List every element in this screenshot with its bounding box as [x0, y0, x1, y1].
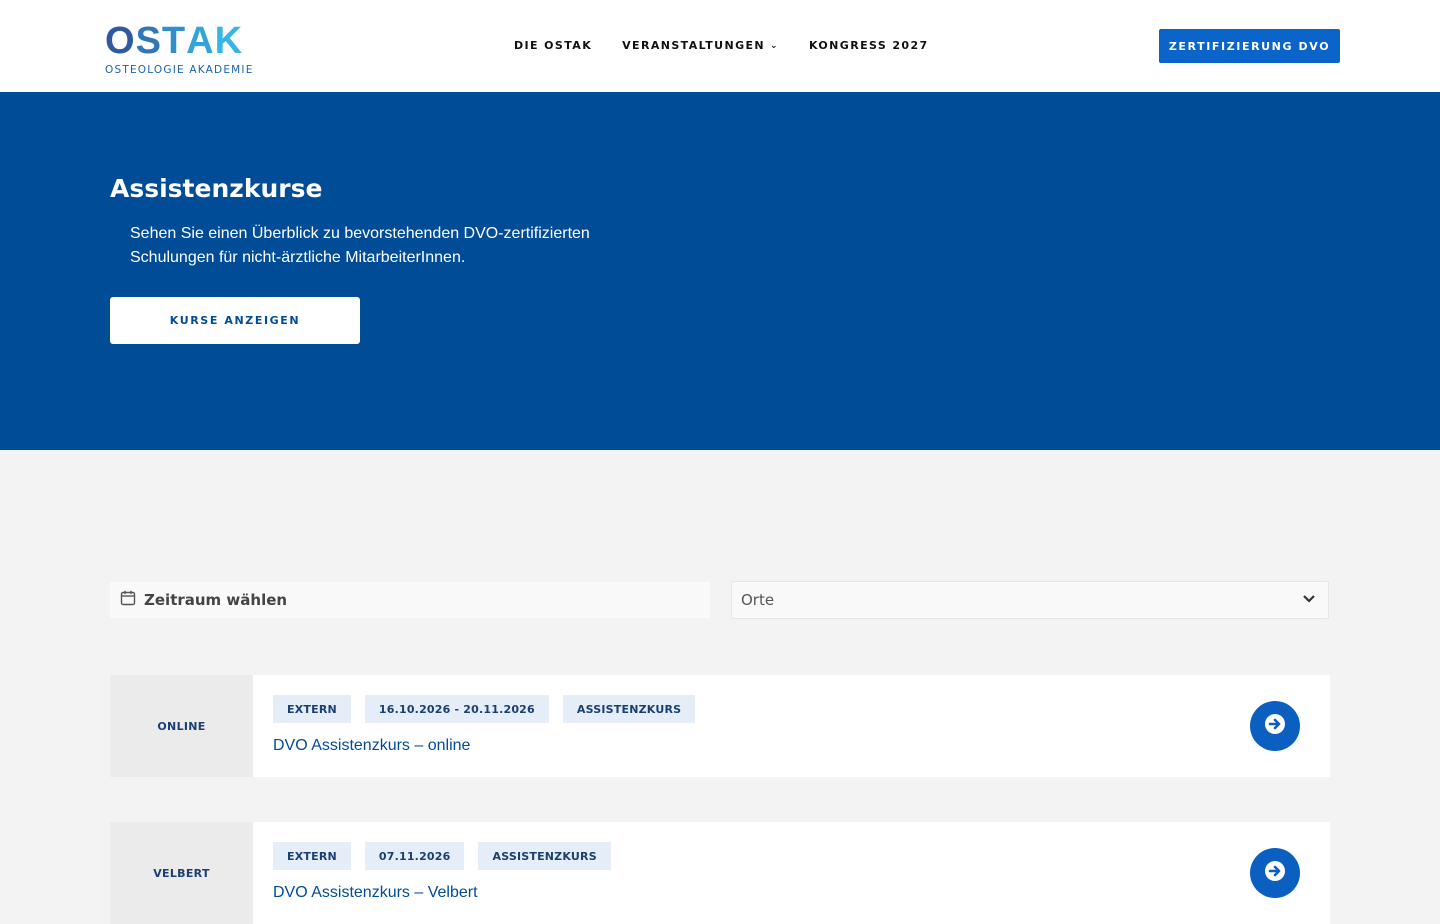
course-tags: EXTERN 07.11.2026 ASSISTENZKURS — [273, 842, 1330, 870]
calendar-icon — [120, 590, 136, 611]
course-tag-category: ASSISTENZKURS — [478, 842, 611, 870]
course-tag-date: 16.10.2026 - 20.11.2026 — [364, 695, 549, 723]
ostak-logo[interactable]: OSTAK OSTEOLOGIE AKADEMIE — [105, 20, 265, 78]
course-details: EXTERN 07.11.2026 ASSISTENZKURS DVO Assi… — [253, 822, 1330, 924]
course-card: ONLINE EXTERN 16.10.2026 - 20.11.2026 AS… — [110, 675, 1330, 777]
course-location: ONLINE — [110, 675, 253, 777]
site-header: OSTAK OSTEOLOGIE AKADEMIE DIE OSTAK VERA… — [0, 0, 1440, 92]
course-card: VELBERT EXTERN 07.11.2026 ASSISTENZKURS … — [110, 822, 1330, 924]
course-tag-type: EXTERN — [273, 842, 351, 870]
course-location: VELBERT — [110, 822, 253, 924]
course-tags: EXTERN 16.10.2026 - 20.11.2026 ASSISTENZ… — [273, 695, 1330, 723]
date-range-filter[interactable]: Zeitraum wählen — [110, 582, 710, 618]
course-open-button[interactable] — [1250, 848, 1300, 898]
arrow-right-circle-icon — [1263, 859, 1287, 888]
course-title-link[interactable]: DVO Assistenzkurs – Velbert — [273, 884, 1330, 902]
nav-item-label: KONGRESS 2027 — [808, 39, 929, 52]
date-range-label: Zeitraum wählen — [144, 591, 288, 609]
location-select[interactable]: Orte — [731, 581, 1329, 619]
course-tag-type: EXTERN — [273, 695, 351, 723]
logo-wordmark: OSTAK — [105, 20, 244, 62]
course-details: EXTERN 16.10.2026 - 20.11.2026 ASSISTENZ… — [253, 675, 1330, 777]
hero-banner: Assistenzkurse Sehen Sie einen Überblick… — [0, 92, 1440, 450]
nav-item-kongress[interactable]: KONGRESS 2027 — [809, 39, 929, 52]
logo-subtitle: OSTEOLOGIE AKADEMIE — [105, 64, 254, 76]
nav-item-die-ostak[interactable]: DIE OSTAK — [514, 39, 592, 52]
page-title: Assistenzkurse — [110, 174, 323, 203]
main-nav: DIE OSTAK VERANSTALTUNGEN ⌄ KONGRESS 202… — [514, 39, 929, 52]
chevron-down-icon — [1302, 591, 1316, 609]
arrow-right-circle-icon — [1263, 712, 1287, 741]
course-title-link[interactable]: DVO Assistenzkurs – online — [273, 737, 1330, 755]
course-open-button[interactable] — [1250, 701, 1300, 751]
location-select-value: Orte — [741, 591, 775, 609]
nav-item-label: DIE OSTAK — [514, 39, 593, 52]
hero-description: Sehen Sie einen Überblick zu bevorstehen… — [130, 225, 590, 266]
show-courses-button[interactable]: KURSE ANZEIGEN — [110, 297, 360, 344]
nav-item-label: VERANSTALTUNGEN — [622, 39, 766, 52]
course-tag-date: 07.11.2026 — [364, 842, 465, 870]
nav-item-veranstaltungen[interactable]: VERANSTALTUNGEN ⌄ — [622, 39, 779, 52]
chevron-down-icon: ⌄ — [770, 40, 779, 51]
course-tag-category: ASSISTENZKURS — [562, 695, 696, 723]
zertifizierung-button[interactable]: ZERTIFIZIERUNG DVO — [1159, 29, 1340, 63]
